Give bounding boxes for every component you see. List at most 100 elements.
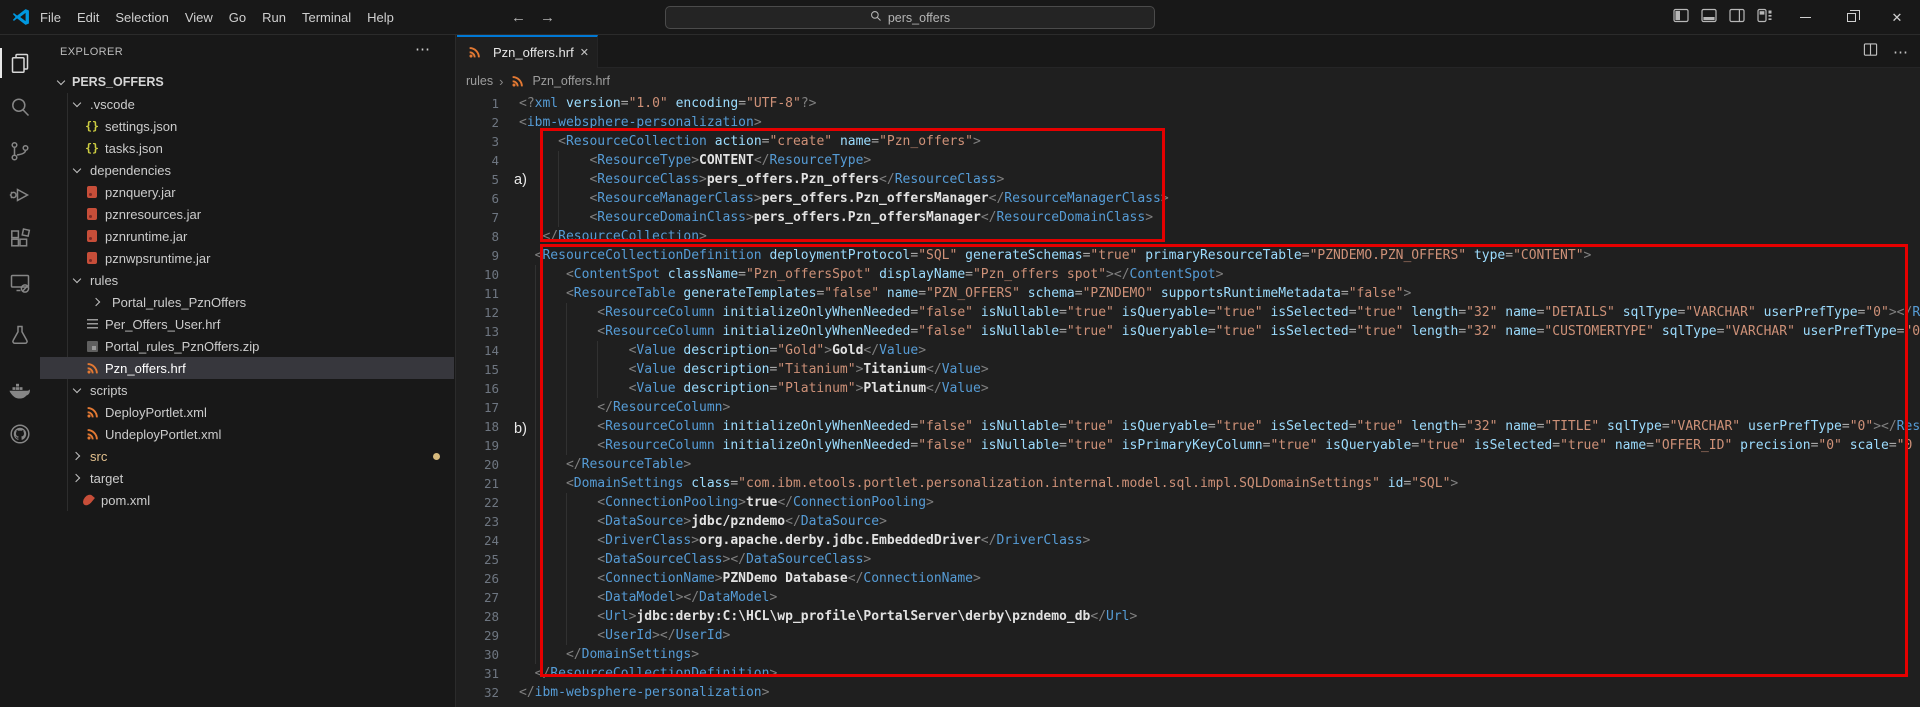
code-line[interactable]: 21 <DomainSettings class="com.ibm.etools…	[457, 474, 1920, 493]
code-line[interactable]: 8 </ResourceCollection>	[457, 227, 1920, 246]
chevron-right-icon: ›	[499, 74, 503, 89]
code-text: <DataSource>jdbc/pzndemo</DataSource>	[519, 512, 887, 531]
close-button[interactable]: ✕	[1874, 0, 1920, 35]
tab-pzn-offers[interactable]: Pzn_offers.hrf ✕	[457, 35, 598, 68]
split-editor-icon[interactable]	[1863, 42, 1878, 62]
tree-item-file-deployportlet-xml[interactable]: DeployPortlet.xml	[40, 401, 454, 423]
tree-item-file-pom-xml[interactable]: pom.xml	[40, 489, 454, 511]
menu-go[interactable]: Go	[221, 6, 254, 29]
line-number: 25	[457, 550, 499, 569]
breadcrumb-file[interactable]: Pzn_offers.hrf	[532, 74, 610, 88]
code-line[interactable]: 9 <ResourceCollectionDefinition deployme…	[457, 246, 1920, 265]
chevron-down-icon	[72, 385, 82, 395]
tree-item-file-tasks-json[interactable]: {}tasks.json	[40, 137, 454, 159]
menu-edit[interactable]: Edit	[69, 6, 107, 29]
tree-item-label: Portal_rules_PznOffers.zip	[105, 339, 259, 354]
braces-icon: {}	[84, 140, 100, 156]
tree-item-target[interactable]: target	[40, 467, 454, 489]
code-line[interactable]: 26 <ConnectionName>PZNDemo Database</Con…	[457, 569, 1920, 588]
explorer-icon[interactable]	[0, 43, 40, 83]
tree-item--vscode[interactable]: .vscode	[40, 93, 454, 115]
code-line[interactable]: 29 <UserId></UserId>	[457, 626, 1920, 645]
tree-item-file-portal-rules-pznoffers-zip[interactable]: Portal_rules_PznOffers.zip	[40, 335, 454, 357]
line-number: 19	[457, 436, 499, 455]
docker-icon[interactable]	[0, 370, 40, 410]
tree-item-scripts[interactable]: scripts	[40, 379, 454, 401]
restore-button[interactable]	[1828, 0, 1874, 35]
line-number: 12	[457, 303, 499, 322]
menu-run[interactable]: Run	[254, 6, 294, 29]
code-line[interactable]: 13 <ResourceColumn initializeOnlyWhenNee…	[457, 322, 1920, 341]
code-line[interactable]: 23 <DataSource>jdbc/pzndemo</DataSource>	[457, 512, 1920, 531]
navigate-back-button[interactable]: ←	[511, 9, 526, 26]
github-icon[interactable]	[0, 414, 40, 454]
tree-item-portal-rules-pznoffers[interactable]: Portal_rules_PznOffers	[40, 291, 454, 313]
code-line[interactable]: 12 <ResourceColumn initializeOnlyWhenNee…	[457, 303, 1920, 322]
menu-view[interactable]: View	[177, 6, 221, 29]
tab-close-icon[interactable]: ✕	[580, 46, 589, 59]
code-line[interactable]: 14 <Value description="Gold">Gold</Value…	[457, 341, 1920, 360]
code-line[interactable]: 19 <ResourceColumn initializeOnlyWhenNee…	[457, 436, 1920, 455]
code-line[interactable]: 7 <ResourceDomainClass>pers_offers.Pzn_o…	[457, 208, 1920, 227]
code-line[interactable]: 18 <ResourceColumn initializeOnlyWhenNee…	[457, 417, 1920, 436]
remote-explorer-icon[interactable]	[0, 263, 40, 303]
run-debug-icon[interactable]	[0, 175, 40, 215]
code-line[interactable]: 16 <Value description="Platinum">Platinu…	[457, 379, 1920, 398]
navigate-forward-button[interactable]: →	[540, 9, 555, 26]
toggle-panel-icon[interactable]	[1701, 8, 1717, 28]
tree-item-file-pzn-offers-hrf[interactable]: Pzn_offers.hrf	[40, 357, 454, 379]
menu-selection[interactable]: Selection	[107, 6, 176, 29]
line-number: 32	[457, 683, 499, 702]
source-control-icon[interactable]	[0, 131, 40, 171]
code-line[interactable]: 22 <ConnectionPooling>true</ConnectionPo…	[457, 493, 1920, 512]
code-editor[interactable]: a) b) 1<?xml version="1.0" encoding="UTF…	[457, 94, 1920, 707]
tree-item-pers-offers[interactable]: PERS_OFFERS	[40, 71, 454, 93]
list-icon	[84, 316, 100, 332]
code-line[interactable]: 3 <ResourceCollection action="create" na…	[457, 132, 1920, 151]
menu-help[interactable]: Help	[359, 6, 402, 29]
code-line[interactable]: 4 <ResourceType>CONTENT</ResourceType>	[457, 151, 1920, 170]
tree-item-dependencies[interactable]: dependencies	[40, 159, 454, 181]
code-line[interactable]: 11 <ResourceTable generateTemplates="fal…	[457, 284, 1920, 303]
minimize-button[interactable]	[1782, 0, 1828, 35]
editor-more-actions-icon[interactable]: ⋯	[1893, 43, 1908, 61]
code-line[interactable]: 17 </ResourceColumn>	[457, 398, 1920, 417]
code-line[interactable]: 20 </ResourceTable>	[457, 455, 1920, 474]
menu-file[interactable]: File	[32, 6, 69, 29]
tree-item-src[interactable]: src	[40, 445, 454, 467]
customize-layout-icon[interactable]	[1757, 8, 1774, 28]
tree-item-file-per-offers-user-hrf[interactable]: Per_Offers_User.hrf	[40, 313, 454, 335]
tree-item-file-pznquery-jar[interactable]: pznquery.jar	[40, 181, 454, 203]
toggle-primary-sidebar-icon[interactable]	[1673, 8, 1689, 28]
tree-item-file-pznruntime-jar[interactable]: pznruntime.jar	[40, 225, 454, 247]
code-line[interactable]: 1<?xml version="1.0" encoding="UTF-8"?>	[457, 94, 1920, 113]
search-icon[interactable]	[0, 87, 40, 127]
search-icon	[870, 10, 882, 25]
code-line[interactable]: 30 </DomainSettings>	[457, 645, 1920, 664]
code-line[interactable]: 27 <DataModel></DataModel>	[457, 588, 1920, 607]
code-line[interactable]: 28 <Url>jdbc:derby:C:\HCL\wp_profile\Por…	[457, 607, 1920, 626]
code-line[interactable]: 10 <ContentSpot className="Pzn_offersSpo…	[457, 265, 1920, 284]
tree-item-file-pznwpsruntime-jar[interactable]: pznwpsruntime.jar	[40, 247, 454, 269]
code-line[interactable]: 2<ibm-websphere-personalization>	[457, 113, 1920, 132]
chevron-down-icon	[72, 275, 82, 285]
tree-item-file-settings-json[interactable]: {}settings.json	[40, 115, 454, 137]
tree-item-rules[interactable]: rules	[40, 269, 454, 291]
tree-item-file-undeployportlet-xml[interactable]: UndeployPortlet.xml	[40, 423, 454, 445]
code-line[interactable]: 5 <ResourceClass>pers_offers.Pzn_offers<…	[457, 170, 1920, 189]
code-line[interactable]: 31 </ResourceCollectionDefinition>	[457, 664, 1920, 683]
line-number: 9	[457, 246, 499, 265]
breadcrumb-folder[interactable]: rules	[466, 74, 493, 88]
code-line[interactable]: 32</ibm-websphere-personalization>	[457, 683, 1920, 702]
code-line[interactable]: 6 <ResourceManagerClass>pers_offers.Pzn_…	[457, 189, 1920, 208]
testing-beaker-icon[interactable]	[0, 315, 40, 355]
command-center-search[interactable]: pers_offers	[665, 6, 1155, 29]
menu-terminal[interactable]: Terminal	[294, 6, 359, 29]
code-line[interactable]: 24 <DriverClass>org.apache.derby.jdbc.Em…	[457, 531, 1920, 550]
tree-item-label: PERS_OFFERS	[72, 75, 164, 89]
extensions-icon[interactable]	[0, 219, 40, 259]
tree-item-file-pznresources-jar[interactable]: pznresources.jar	[40, 203, 454, 225]
code-line[interactable]: 15 <Value description="Titanium">Titaniu…	[457, 360, 1920, 379]
toggle-secondary-sidebar-icon[interactable]	[1729, 8, 1745, 28]
code-line[interactable]: 25 <DataSourceClass></DataSourceClass>	[457, 550, 1920, 569]
